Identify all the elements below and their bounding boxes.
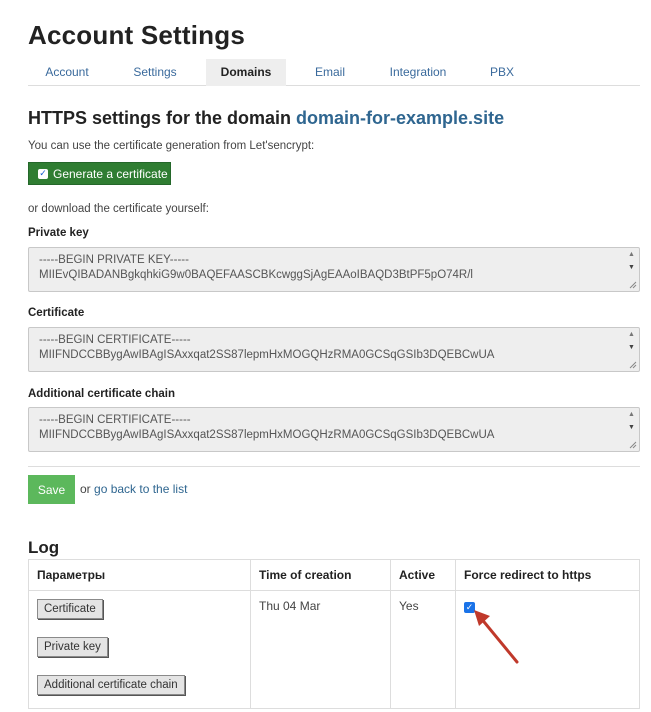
chain-label: Additional certificate chain <box>28 388 175 400</box>
tab-bar: Account Settings Domains Email Integrati… <box>28 59 640 86</box>
private-key-label: Private key <box>28 227 89 239</box>
private-key-line-1: -----BEGIN PRIVATE KEY----- <box>39 254 189 266</box>
resize-grip-icon[interactable] <box>627 279 637 289</box>
download-hint: or download the certificate yourself: <box>28 203 209 215</box>
log-table: Параметры Time of creation Active Force … <box>28 559 640 709</box>
private-key-button[interactable]: Private key <box>37 637 108 657</box>
certificate-button[interactable]: Certificate <box>37 599 103 619</box>
tab-domains[interactable]: Domains <box>206 59 286 86</box>
resize-grip-icon[interactable] <box>627 359 637 369</box>
letsencrypt-hint: You can use the certificate generation f… <box>28 140 315 152</box>
chain-scrollbar[interactable]: ▲ ▼ <box>625 408 639 451</box>
private-key-textarea[interactable]: -----BEGIN PRIVATE KEY----- MIIEvQIBADAN… <box>28 247 640 292</box>
save-button[interactable]: Save <box>28 475 75 504</box>
parameters-cell: Certificate Private key Additional certi… <box>28 590 251 709</box>
tab-settings[interactable]: Settings <box>114 59 196 86</box>
private-key-scrollbar[interactable]: ▲ ▼ <box>625 248 639 291</box>
scroll-down-arrow-icon[interactable]: ▼ <box>628 344 635 351</box>
back-text: or go back to the list <box>80 482 187 496</box>
tab-integration[interactable]: Integration <box>376 59 460 86</box>
log-title: Log <box>28 538 60 557</box>
table-row: Certificate Private key Additional certi… <box>28 590 640 709</box>
form-divider <box>28 466 640 467</box>
check-icon[interactable]: ✓ <box>38 168 48 179</box>
domain-name: domain-for-example.site <box>296 108 505 128</box>
certificate-textarea[interactable]: -----BEGIN CERTIFICATE----- MIIFNDCCBByg… <box>28 327 640 372</box>
chain-line-1: -----BEGIN CERTIFICATE----- <box>39 414 191 426</box>
back-to-list-link[interactable]: go back to the list <box>94 482 187 496</box>
certificate-scrollbar[interactable]: ▲ ▼ <box>625 328 639 371</box>
active-cell: Yes <box>390 590 456 709</box>
private-key-line-2: MIIEvQIBADANBgkqhkiG9w0BAQEFAASCBKcwggSj… <box>39 269 473 281</box>
log-header-row: Параметры Time of creation Active Force … <box>28 559 640 591</box>
col-parameters: Параметры <box>28 559 251 591</box>
tab-account[interactable]: Account <box>28 59 106 86</box>
col-force-redirect: Force redirect to https <box>455 559 640 591</box>
https-settings-heading: HTTPS settings for the domain domain-for… <box>28 108 504 129</box>
generate-certificate-label: Generate a certificate <box>53 166 168 181</box>
col-time-of-creation: Time of creation <box>250 559 391 591</box>
time-cell: Thu 04 Mar <box>250 590 391 709</box>
certificate-line-1: -----BEGIN CERTIFICATE----- <box>39 334 191 346</box>
certificate-label: Certificate <box>28 307 85 319</box>
tab-email[interactable]: Email <box>300 59 360 86</box>
additional-chain-button[interactable]: Additional certificate chain <box>37 675 185 695</box>
generate-certificate-button[interactable]: ✓ Generate a certificate <box>28 162 171 185</box>
or-label: or <box>80 482 91 496</box>
resize-grip-icon[interactable] <box>627 439 637 449</box>
annotation-arrow-icon <box>474 610 519 664</box>
heading-prefix: HTTPS settings for the domain <box>28 108 292 128</box>
chain-line-2: MIIFNDCCBBygAwIBAgISAxxqat2SS87lepmHxMOG… <box>39 429 495 441</box>
certificate-line-2: MIIFNDCCBBygAwIBAgISAxxqat2SS87lepmHxMOG… <box>39 349 495 361</box>
page-title: Account Settings <box>28 20 245 50</box>
tab-pbx[interactable]: PBX <box>476 59 528 86</box>
chain-textarea[interactable]: -----BEGIN CERTIFICATE----- MIIFNDCCBByg… <box>28 407 640 452</box>
scroll-down-arrow-icon[interactable]: ▼ <box>628 424 635 431</box>
col-active: Active <box>390 559 456 591</box>
scroll-up-arrow-icon[interactable]: ▲ <box>628 251 635 258</box>
scroll-up-arrow-icon[interactable]: ▲ <box>628 411 635 418</box>
scroll-down-arrow-icon[interactable]: ▼ <box>628 264 635 271</box>
scroll-up-arrow-icon[interactable]: ▲ <box>628 331 635 338</box>
